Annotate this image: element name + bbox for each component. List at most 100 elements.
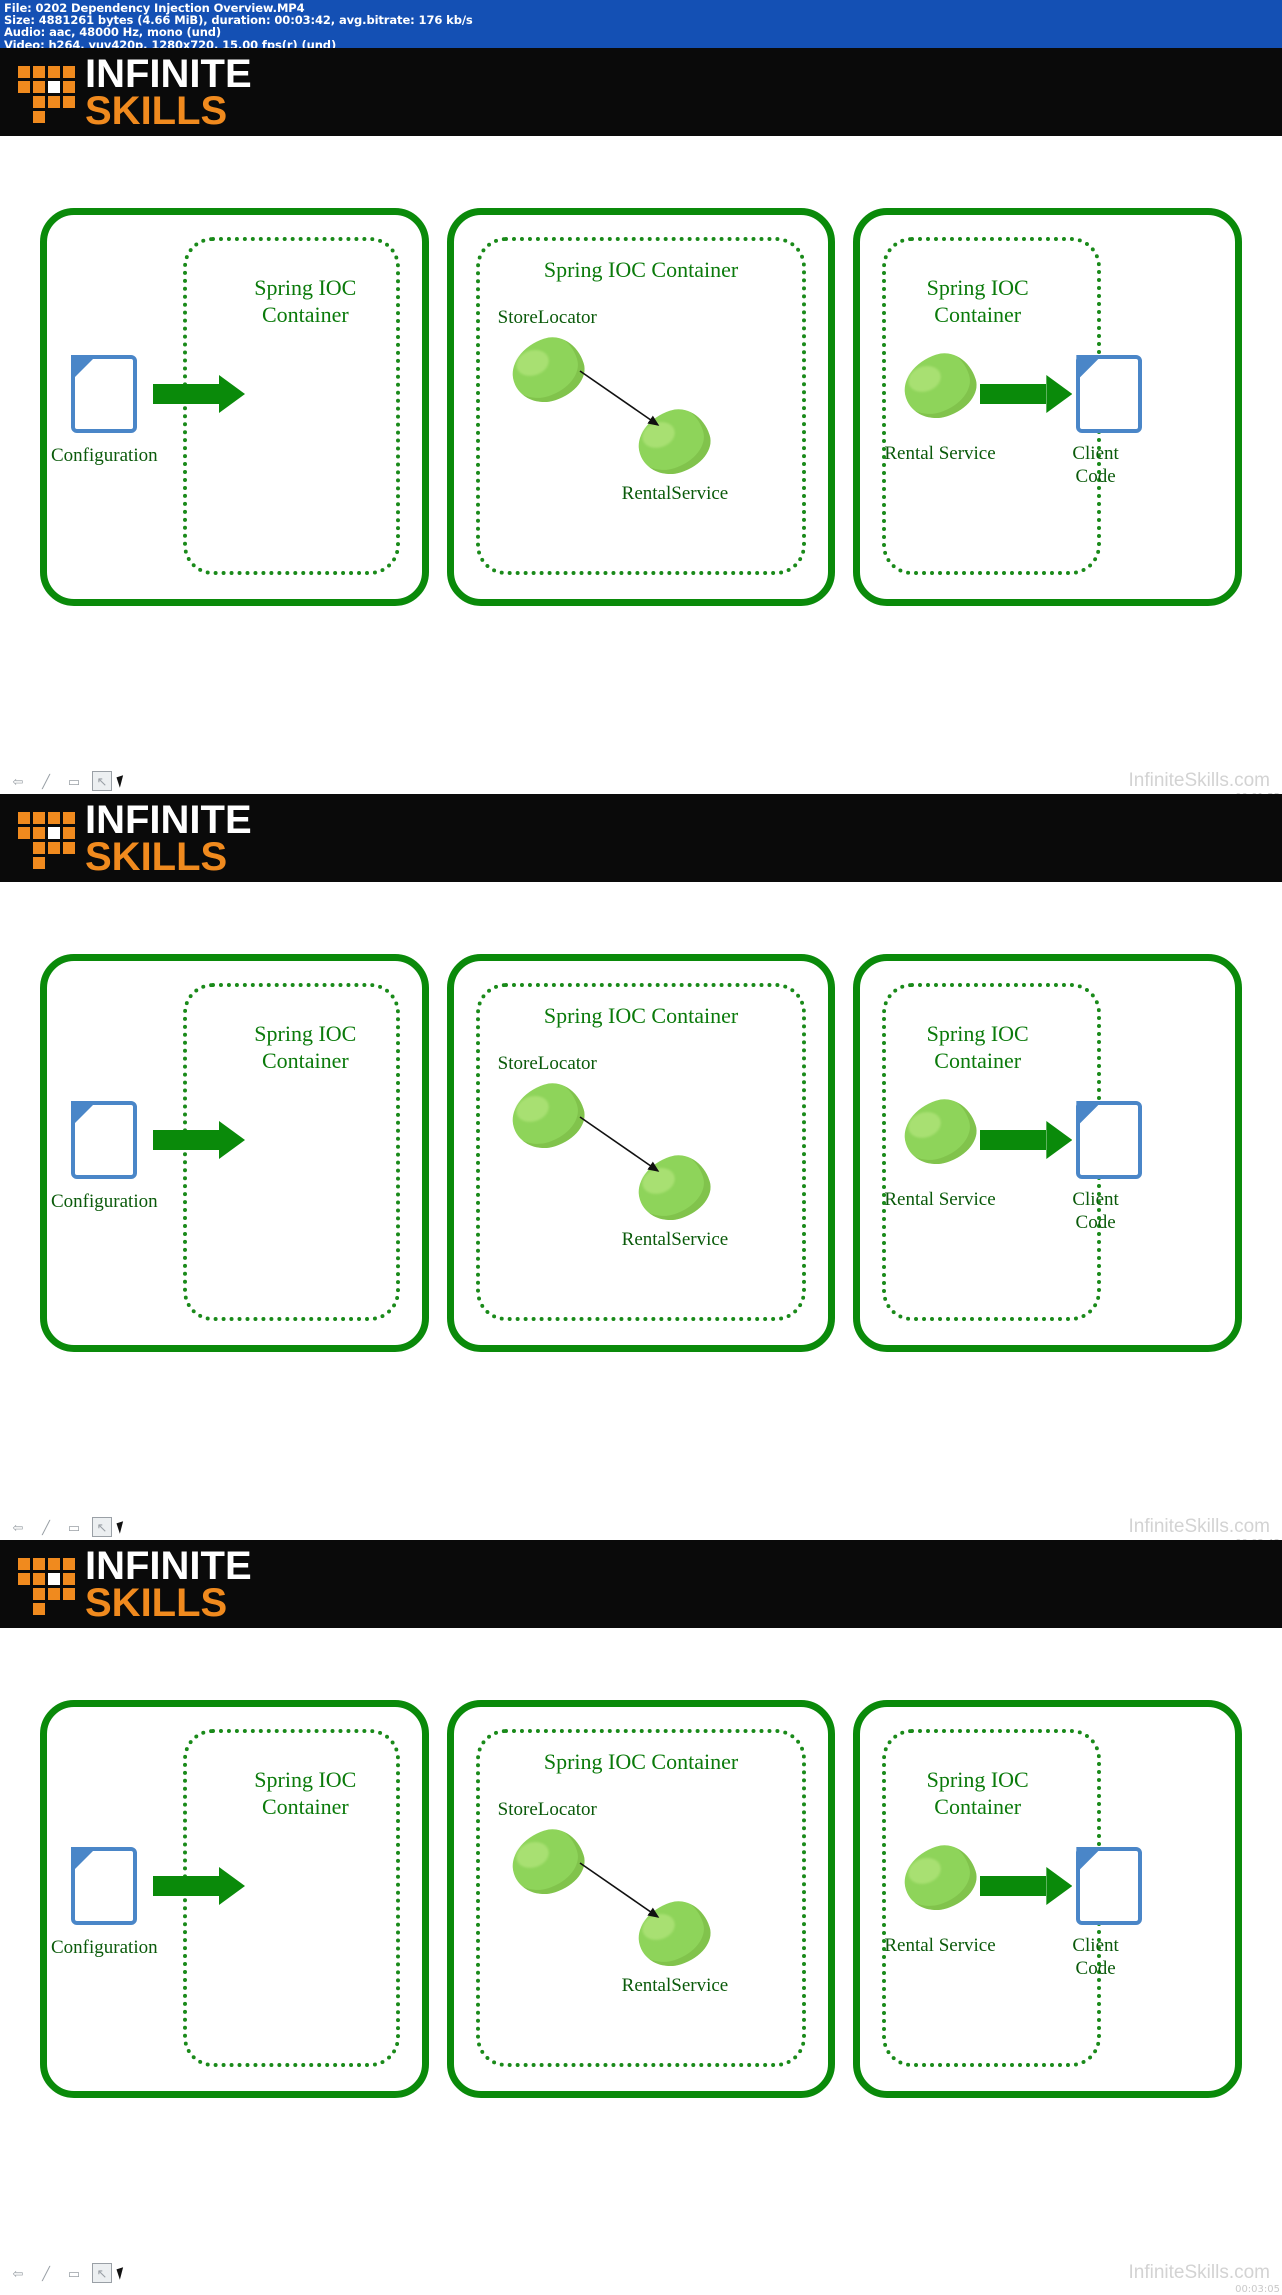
rental-service-label: Rental Service [884,1189,996,1210]
video-metadata-header: File: 0202 Dependency Injection Overview… [0,0,1282,48]
panel-client-title: Spring IOC Container [860,275,1235,329]
logo-text-skills: SKILLS [85,88,228,133]
infiniteskills-logo-bar: INFINITE SKILLS [0,794,1282,882]
ioc-diagram: Spring IOC Container Configuration Sprin… [0,954,1282,1354]
eraser-icon[interactable]: ▭ [64,1517,84,1537]
pen-icon[interactable]: ╱ [36,771,56,791]
slide-canvas: Spring IOC Container Configuration Sprin… [0,136,1282,770]
annotation-toolbar[interactable]: ⇦ ╱ ▭ ↖ [8,771,112,791]
configuration-label: Configuration [51,1191,158,1212]
rental-service-label: Rental Service [884,1935,996,1956]
video-frame: INFINITE SKILLS Spring IOC Container Con… [0,48,1282,803]
client-code-line-2: Code [1075,465,1116,487]
panel-configuration-title: Spring IOC Container [47,1767,422,1821]
pen-icon[interactable]: ╱ [36,1517,56,1537]
title-line-2: Container [261,1047,349,1073]
title-line-1: Spring IOC [926,1021,1029,1046]
panel-client-title: Spring IOC Container [860,1021,1235,1075]
eraser-icon[interactable]: ▭ [64,771,84,791]
panel-configuration: Spring IOC Container Configuration [40,208,429,606]
frame-timestamp: 00:03:05 [1235,2284,1280,2295]
panel-beans-title: Spring IOC Container [454,257,829,284]
title-line-1: Spring IOC [254,1021,357,1046]
store-locator-label: StoreLocator [497,1799,597,1820]
rental-service-label: RentalService [621,1975,729,1996]
video-frame-content: INFINITE SKILLS Spring IOC Container Con… [0,48,1282,770]
panel-client: Spring IOC Container Rental Service Clie… [853,208,1243,606]
title-line-1: Spring IOC Container [543,1003,739,1028]
pointer-icon[interactable]: ↖ [92,1517,112,1537]
title-line-1: Spring IOC [254,1767,357,1792]
logo-grid-icon [18,1558,75,1616]
infiniteskills-logo: INFINITE SKILLS [18,52,252,133]
store-locator-to-rental-service-arrow [579,370,659,426]
panel-client: Spring IOC Container Rental Service Clie… [853,1700,1243,2098]
configuration-to-container-arrow [153,375,245,413]
rental-service-label: Rental Service [884,443,996,464]
document-icon [1076,1101,1143,1179]
pointer-icon[interactable]: ↖ [92,2263,112,2283]
annotation-toolbar[interactable]: ⇦ ╱ ▭ ↖ [8,1517,112,1537]
mouse-cursor-icon [116,1521,127,1534]
panel-beans: Spring IOC Container StoreLocator Rental… [446,954,836,1352]
client-code-label: Client Code [1072,1189,1118,1235]
back-arrow-icon[interactable]: ⇦ [8,2263,28,2283]
panel-configuration: Spring IOC Container Configuration [40,1700,429,2098]
title-line-2: Container [261,1793,349,1819]
store-locator-label: StoreLocator [497,1053,597,1074]
title-line-2: Container [934,301,1022,327]
frame-bottom-strip: ⇦ ╱ ▭ ↖ InfiniteSkills.com 00:02:43 [0,1516,1282,1549]
mouse-cursor-icon [116,2267,127,2280]
configuration-to-container-arrow [153,1867,245,1905]
configuration-label: Configuration [51,1937,158,1958]
title-line-1: Spring IOC [926,275,1029,300]
infiniteskills-logo: INFINITE SKILLS [18,798,252,877]
frame-bottom-strip: ⇦ ╱ ▭ ↖ InfiniteSkills.com 00:03:05 [0,2262,1282,2295]
pen-icon[interactable]: ╱ [36,2263,56,2283]
annotation-toolbar[interactable]: ⇦ ╱ ▭ ↖ [8,2263,112,2283]
video-frame-content: INFINITE SKILLS Spring IOC Container Con… [0,794,1282,1516]
rental-service-label: RentalService [621,483,729,504]
document-icon [71,1847,137,1925]
client-code-line-1: Client [1072,443,1119,464]
video-frame-content: INFINITE SKILLS Spring IOC Container Con… [0,1540,1282,2262]
panel-configuration-title: Spring IOC Container [47,275,422,329]
client-code-line-1: Client [1072,1189,1119,1210]
title-line-1: Spring IOC [254,275,357,300]
pointer-icon[interactable]: ↖ [92,771,112,791]
eraser-icon[interactable]: ▭ [64,2263,84,2283]
store-locator-to-rental-service-arrow [579,1116,659,1172]
document-icon [1076,1847,1143,1925]
document-icon [71,355,137,433]
store-locator-label: StoreLocator [497,307,597,328]
client-code-label: Client Code [1072,1935,1118,1981]
logo-text-infinite: INFINITE [85,798,252,842]
back-arrow-icon[interactable]: ⇦ [8,1517,28,1537]
infiniteskills-logo-bar: INFINITE SKILLS [0,1540,1282,1628]
logo-text-infinite: INFINITE [85,52,252,96]
store-locator-to-rental-service-arrow [579,1862,659,1918]
logo-grid-icon [18,66,75,124]
container-to-client-code-arrow [980,1121,1073,1159]
watermark-text: InfiniteSkills.com [1128,770,1271,791]
infiniteskills-logo: INFINITE SKILLS [18,1544,252,1623]
client-code-line-2: Code [1075,1957,1116,1979]
title-line-1: Spring IOC Container [543,1749,739,1774]
panel-beans: Spring IOC Container StoreLocator Rental… [446,208,836,606]
title-line-2: Container [261,301,349,327]
panel-beans-title: Spring IOC Container [454,1749,829,1776]
panel-configuration: Spring IOC Container Configuration [40,954,429,1352]
panel-beans: Spring IOC Container StoreLocator Rental… [446,1700,836,2098]
watermark-text: InfiniteSkills.com [1128,2262,1271,2283]
back-arrow-icon[interactable]: ⇦ [8,771,28,791]
logo-text-infinite: INFINITE [85,1544,252,1588]
frame-bottom-strip: ⇦ ╱ ▭ ↖ InfiniteSkills.com 00:01:55 [0,770,1282,803]
watermark-text: InfiniteSkills.com [1128,1516,1271,1537]
title-line-2: Container [934,1793,1022,1819]
video-frame: INFINITE SKILLS Spring IOC Container Con… [0,794,1282,1549]
metadata-line-audio: Audio: aac, 48000 Hz, mono (und) [4,25,222,40]
title-line-1: Spring IOC Container [543,257,739,282]
client-code-label: Client Code [1072,443,1118,489]
document-icon [71,1101,137,1179]
mouse-cursor-icon [116,775,127,788]
